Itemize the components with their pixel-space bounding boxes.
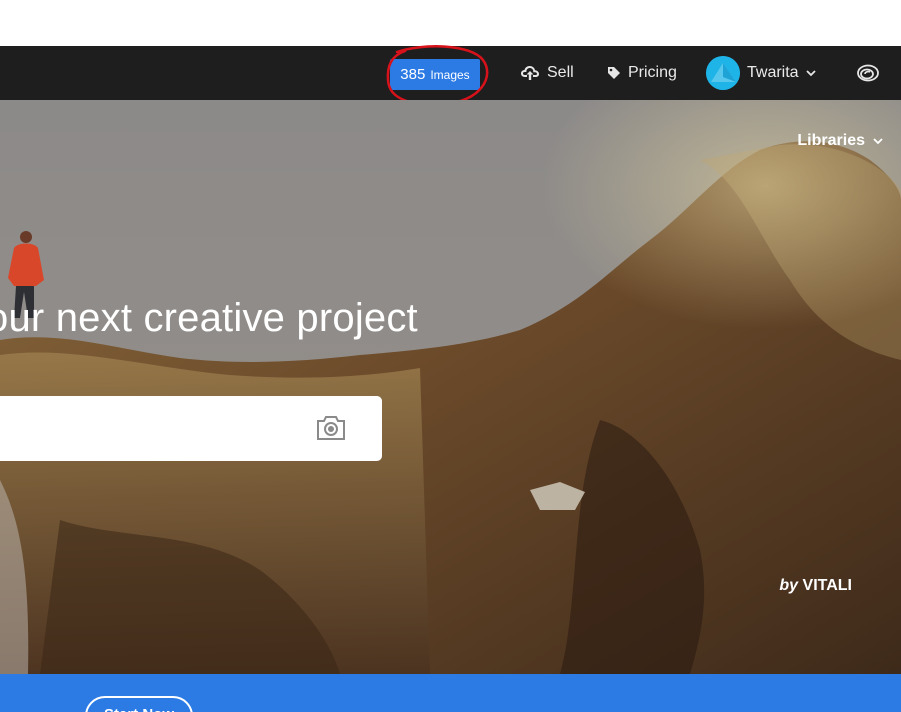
images-unit-label: Images: [430, 67, 470, 82]
chevron-down-icon: [873, 137, 883, 144]
images-count: 385: [400, 66, 426, 83]
search-input[interactable]: [4, 396, 298, 463]
sell-link[interactable]: Sell: [520, 46, 574, 100]
hero-background-image: [0, 100, 901, 674]
images-count-button[interactable]: 385 Images: [390, 59, 480, 90]
start-now-button[interactable]: Start Now: [85, 696, 193, 712]
camera-icon[interactable]: [315, 414, 347, 442]
hero-headline: our next creative project: [0, 296, 418, 340]
pricing-link[interactable]: Pricing: [607, 46, 677, 100]
photo-credit: by VITALI: [779, 577, 852, 595]
chevron-down-icon: [805, 69, 816, 76]
pricing-label: Pricing: [628, 64, 677, 81]
bottom-cta-bar: Start Now: [0, 674, 901, 712]
libraries-label: Libraries: [797, 132, 865, 149]
avatar: [706, 56, 740, 90]
user-name: Twarita: [747, 64, 799, 81]
search-box: [0, 396, 382, 463]
tag-icon: [608, 67, 620, 79]
avatar-graphic-icon: [706, 56, 740, 90]
creative-cloud-icon[interactable]: [856, 63, 880, 83]
cloud-upload-icon: [521, 66, 539, 80]
user-menu[interactable]: Twarita: [706, 46, 816, 100]
sell-label: Sell: [547, 64, 574, 81]
hero-banner: Libraries our next creative project by V…: [0, 100, 901, 674]
browser-top-area: [0, 0, 901, 46]
top-navbar: 385 Images Sell Pricing Twarita: [0, 45, 901, 106]
credit-name: VITALI: [802, 577, 852, 594]
credit-by: by: [779, 577, 799, 594]
libraries-menu[interactable]: Libraries: [797, 132, 883, 150]
